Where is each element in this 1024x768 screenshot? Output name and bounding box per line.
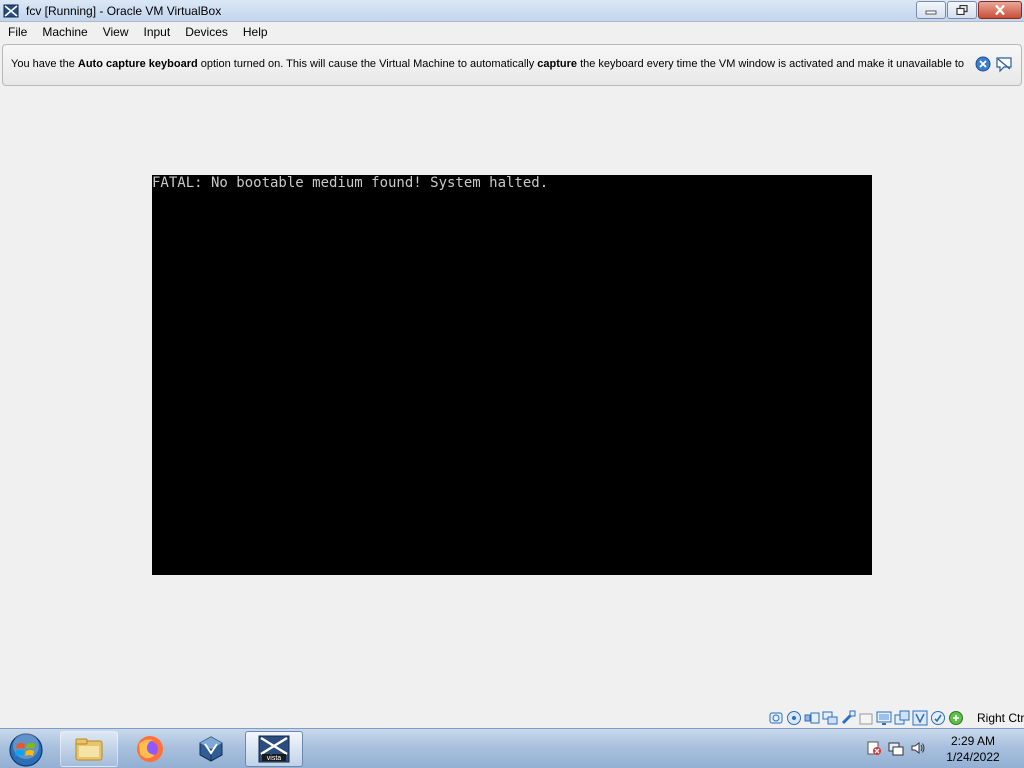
window-title: fcv [Running] - Oracle VM VirtualBox: [26, 4, 222, 18]
menu-machine[interactable]: Machine: [34, 22, 94, 42]
taskbar-clock[interactable]: 2:29 AM 1/24/2022: [930, 733, 1016, 765]
clock-date: 1/24/2022: [946, 750, 1000, 764]
network-icon[interactable]: [822, 710, 838, 726]
mouse-integration-icon[interactable]: [930, 710, 946, 726]
menu-bar: File Machine View Input Devices Help: [0, 22, 1024, 42]
close-icon: [995, 4, 1005, 16]
keyboard-capture-notice: You have the Auto capture keyboard optio…: [2, 44, 1022, 86]
video-capture-icon[interactable]: [894, 710, 910, 726]
window-titlebar[interactable]: fcv [Running] - Oracle VM VirtualBox: [0, 0, 1024, 22]
menu-view[interactable]: View: [95, 22, 136, 42]
firefox-icon: [137, 736, 163, 762]
restore-button[interactable]: [947, 1, 977, 19]
minimize-button[interactable]: [916, 1, 946, 19]
system-tray: [866, 740, 926, 756]
optical-drive-icon[interactable]: [786, 710, 802, 726]
notice-bold-1: Auto capture keyboard: [77, 58, 198, 70]
minimize-icon: [925, 10, 937, 15]
taskbar-explorer-button[interactable]: [60, 731, 118, 767]
menu-help[interactable]: Help: [235, 22, 275, 42]
taskbar-virtualbox-manager-button[interactable]: [182, 731, 240, 767]
notice-message: You have the Auto capture keyboard optio…: [11, 58, 964, 70]
audio-icon[interactable]: [804, 710, 820, 726]
menu-input[interactable]: Input: [136, 22, 178, 42]
taskbar-vm-window-button[interactable]: vista: [245, 731, 303, 767]
notice-text-2: option turned on. This will cause the Vi…: [197, 58, 538, 70]
host-key-label[interactable]: Right Ctrl: [977, 711, 1024, 725]
shared-folders-icon[interactable]: [858, 710, 874, 726]
network-tray-icon[interactable]: [888, 740, 904, 756]
vm-console-text: FATAL: No bootable medium found! System …: [152, 175, 549, 191]
windows-start-icon[interactable]: [6, 732, 46, 768]
vm-status-bar: Right Ctrl: [0, 708, 1024, 728]
vm-display[interactable]: FATAL: No bootable medium found! System …: [152, 175, 872, 575]
hard-disk-icon[interactable]: [768, 710, 784, 726]
action-center-icon[interactable]: [866, 740, 882, 756]
notice-bold-2: capture: [537, 58, 578, 70]
volume-icon[interactable]: [910, 740, 926, 756]
notice-text-3: the keyboard every time the VM window is…: [577, 58, 965, 70]
display-icon[interactable]: [876, 710, 892, 726]
notice-text-1: You have the: [11, 58, 78, 70]
close-button[interactable]: [978, 1, 1022, 19]
virtualbox-icon: [199, 736, 223, 762]
keyboard-capture-icon[interactable]: [948, 710, 964, 726]
usb-icon[interactable]: [840, 710, 856, 726]
close-notice-icon[interactable]: [975, 56, 991, 72]
folder-icon: [75, 738, 103, 761]
virtualbox-vm-icon: [3, 4, 19, 18]
restore-icon: [956, 5, 968, 15]
menu-devices[interactable]: Devices: [177, 22, 235, 42]
menu-file[interactable]: File: [0, 22, 34, 42]
clock-time: 2:29 AM: [950, 734, 996, 748]
speech-bubble-icon[interactable]: [995, 55, 1013, 73]
virtualization-icon[interactable]: [912, 710, 928, 726]
vm-window-icon: vista: [258, 735, 290, 763]
vm-window-icon-label: vista: [267, 755, 282, 762]
taskbar: vista 2:29 AM 1/24/2022: [0, 728, 1024, 768]
taskbar-firefox-button[interactable]: [121, 731, 179, 767]
